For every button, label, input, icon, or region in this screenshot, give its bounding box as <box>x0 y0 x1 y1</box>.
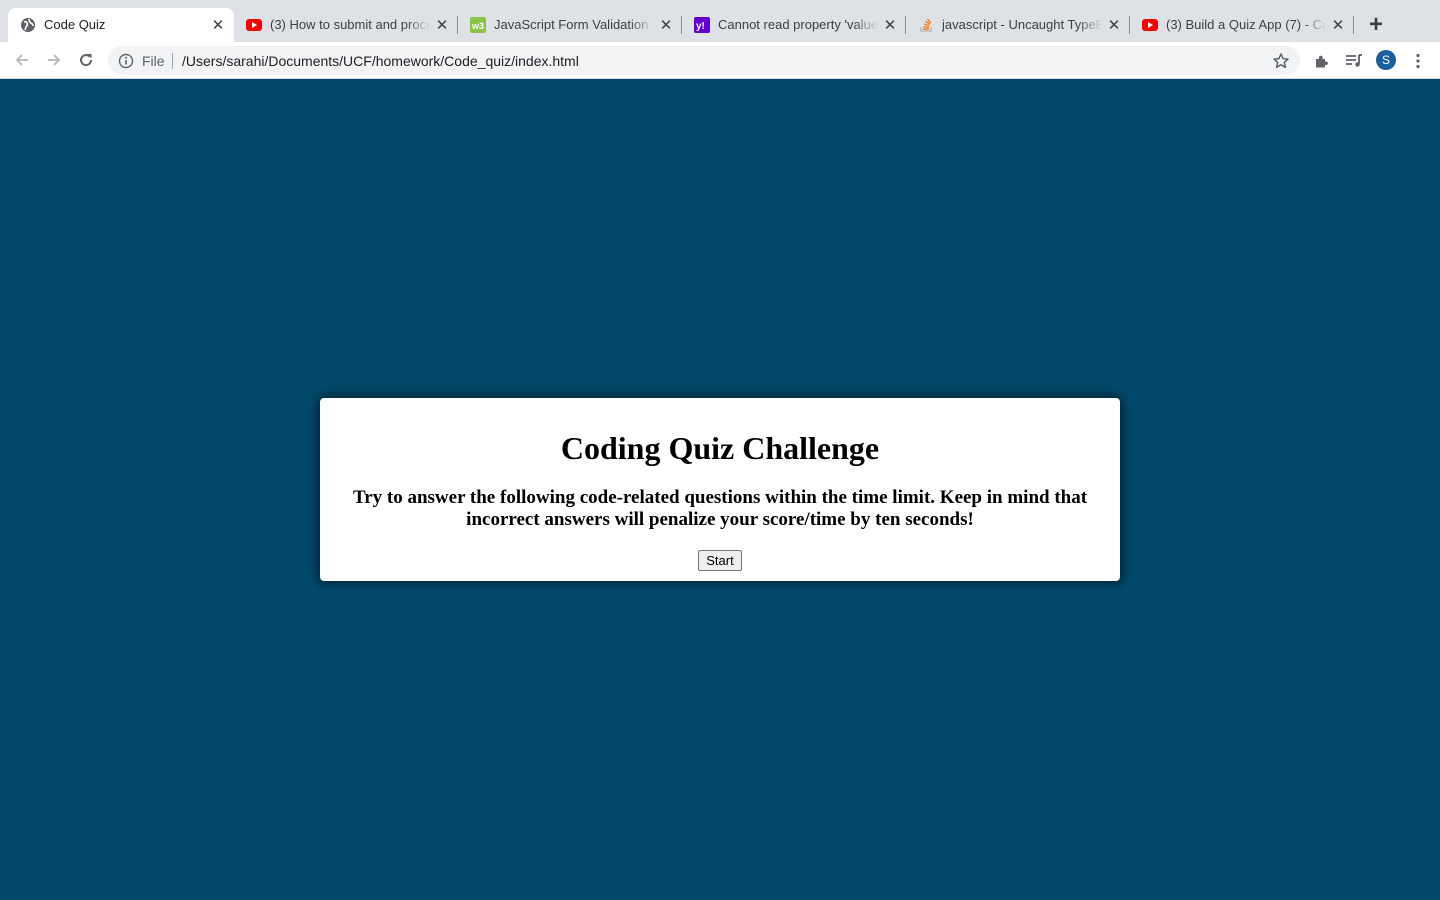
tab-title: Code Quiz <box>44 17 106 32</box>
tab-close-icon[interactable]: ✕ <box>434 17 450 33</box>
tab-code-quiz[interactable]: Code Quiz ✕ <box>8 8 234 42</box>
tab-uncaught-typeerror[interactable]: javascript - Uncaught TypeError ✕ <box>906 8 1128 42</box>
reload-button[interactable] <box>76 50 96 70</box>
new-tab-button[interactable]: + <box>1364 13 1388 37</box>
start-button[interactable]: Start <box>698 550 742 571</box>
tab-close-icon[interactable]: ✕ <box>1330 17 1346 33</box>
tab-close-icon[interactable]: ✕ <box>1106 17 1122 33</box>
instructions-text: Try to answer the following code-related… <box>352 487 1088 530</box>
back-button[interactable] <box>12 50 32 70</box>
tab-form-validation[interactable]: w3 JavaScript Form Validation ✕ <box>458 8 680 42</box>
svg-text:y!: y! <box>696 21 705 32</box>
tab-title: (3) Build a Quiz App (7) - Create <box>1166 17 1326 32</box>
reload-icon <box>80 54 93 67</box>
tab-strip: Code Quiz ✕ (3) How to submit and proces… <box>0 0 1440 42</box>
tab-separator <box>1353 16 1354 34</box>
stackoverflow-icon <box>918 17 934 33</box>
page-title: Coding Quiz Challenge <box>560 430 880 466</box>
globe-icon <box>20 17 36 33</box>
browser-toolbar: File /Users/sarahi/Documents/UCF/homewor… <box>0 42 1440 79</box>
media-queue-icon[interactable] <box>1344 51 1364 71</box>
tab-close-icon[interactable]: ✕ <box>658 17 674 33</box>
youtube-icon <box>246 17 262 33</box>
youtube-icon <box>1142 17 1158 33</box>
address-divider <box>172 53 173 69</box>
profile-avatar[interactable]: S <box>1376 50 1396 70</box>
page-viewport: Coding Quiz Challenge Try to answer the … <box>0 79 1440 900</box>
svg-text:w3: w3 <box>471 21 484 31</box>
tab-title: Cannot read property 'value' of null <box>718 17 878 32</box>
tab-build-quiz-app[interactable]: (3) Build a Quiz App (7) - Create ✕ <box>1130 8 1352 42</box>
forward-button[interactable] <box>44 50 64 70</box>
tab-cannot-read-property[interactable]: y! Cannot read property 'value' of null … <box>682 8 904 42</box>
arrow-right-icon <box>48 54 61 66</box>
star-icon[interactable] <box>1272 52 1290 70</box>
yahoo-icon: y! <box>694 17 710 33</box>
scheme-label: File <box>142 53 165 69</box>
tab-title: JavaScript Form Validation <box>494 17 649 32</box>
w3schools-icon: w3 <box>470 17 486 33</box>
tab-title: (3) How to submit and process <box>270 17 430 32</box>
address-bar[interactable]: File /Users/sarahi/Documents/UCF/homewor… <box>108 46 1300 75</box>
arrow-left-icon <box>15 54 28 66</box>
tab-close-icon[interactable]: ✕ <box>210 17 226 33</box>
tab-youtube-submit[interactable]: (3) How to submit and process ✕ <box>234 8 456 42</box>
more-menu-icon[interactable] <box>1408 51 1428 71</box>
quiz-intro-card: Coding Quiz Challenge Try to answer the … <box>320 398 1120 581</box>
url-text[interactable]: /Users/sarahi/Documents/UCF/homework/Cod… <box>182 53 579 69</box>
tab-close-icon[interactable]: ✕ <box>882 17 898 33</box>
tab-title: javascript - Uncaught TypeError <box>942 17 1102 32</box>
info-icon[interactable] <box>118 53 134 69</box>
extensions-icon[interactable] <box>1312 51 1332 71</box>
